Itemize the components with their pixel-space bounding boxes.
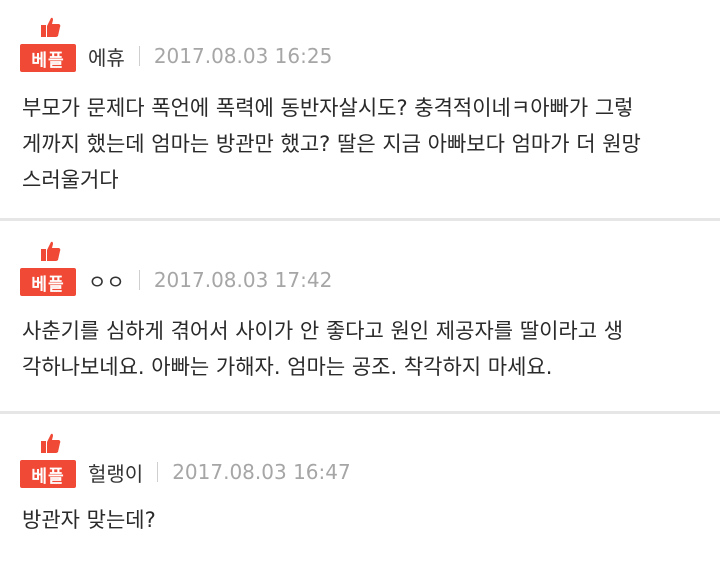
best-reply-badge: 베플: [20, 16, 78, 72]
comment-text: 부모가 문제다 폭언에 폭력에 동반자살시도? 충격적이네ㅋ아빠가 그렇 게까지…: [22, 90, 702, 198]
comment-line: 부모가 문제다 폭언에 폭력에 동반자살시도? 충격적이네ㅋ아빠가 그렇: [22, 96, 634, 120]
comment-date: 2017.08.03 17:42: [153, 268, 333, 292]
comment-header: 베플 ㅇㅇ 2017.08.03 17:42: [20, 240, 332, 296]
meta-divider: [157, 462, 159, 482]
meta-divider: [138, 46, 140, 66]
comment-nickname[interactable]: 에휴: [88, 42, 125, 71]
best-badge-label: 베플: [20, 460, 76, 488]
comment-text: 방관자 맞는데?: [22, 502, 702, 538]
comment-date: 2017.08.03 16:25: [153, 44, 333, 68]
best-reply-badge: 베플: [20, 432, 78, 488]
comment-text: 사춘기를 심하게 겪어서 사이가 안 좋다고 원인 제공자를 딸이라고 생 각하…: [22, 313, 702, 385]
comment-nickname[interactable]: ㅇㅇ: [88, 266, 125, 295]
best-badge-label: 베플: [20, 268, 76, 296]
meta-divider: [138, 270, 140, 290]
comment-item: 베플 헐랭이 2017.08.03 16:47 방관자 맞는데?: [0, 414, 720, 561]
comment-header: 베플 헐랭이 2017.08.03 16:47: [20, 432, 351, 488]
thumbs-up-icon: [41, 17, 61, 37]
comment-meta: 에휴 2017.08.03 16:25: [88, 42, 332, 70]
comment-line: 게까지 했는데 엄마는 방관만 했고? 딸은 지금 아빠보다 엄마가 더 원망: [22, 132, 641, 156]
comment-nickname[interactable]: 헐랭이: [88, 458, 143, 487]
best-reply-badge: 베플: [20, 240, 78, 296]
thumbs-up-icon: [41, 241, 61, 261]
comment-line: 방관자 맞는데?: [22, 508, 156, 532]
best-badge-label: 베플: [20, 44, 76, 72]
comment-line: 사춘기를 심하게 겪어서 사이가 안 좋다고 원인 제공자를 딸이라고 생: [22, 319, 624, 343]
comment-date: 2017.08.03 16:47: [172, 460, 351, 484]
thumbs-up-icon: [41, 433, 61, 453]
comment-line: 스러울거다: [22, 168, 119, 192]
comment-line: 각하나보네요. 아빠는 가해자. 엄마는 공조. 착각하지 마세요.: [22, 355, 553, 379]
comment-meta: 헐랭이 2017.08.03 16:47: [88, 458, 351, 486]
comment-item: 베플 에휴 2017.08.03 16:25 부모가 문제다 폭언에 폭력에 동…: [0, 0, 720, 218]
comment-meta: ㅇㅇ 2017.08.03 17:42: [88, 266, 332, 294]
comment-item: 베플 ㅇㅇ 2017.08.03 17:42 사춘기를 심하게 겪어서 사이가 …: [0, 221, 720, 411]
comment-header: 베플 에휴 2017.08.03 16:25: [20, 16, 332, 72]
